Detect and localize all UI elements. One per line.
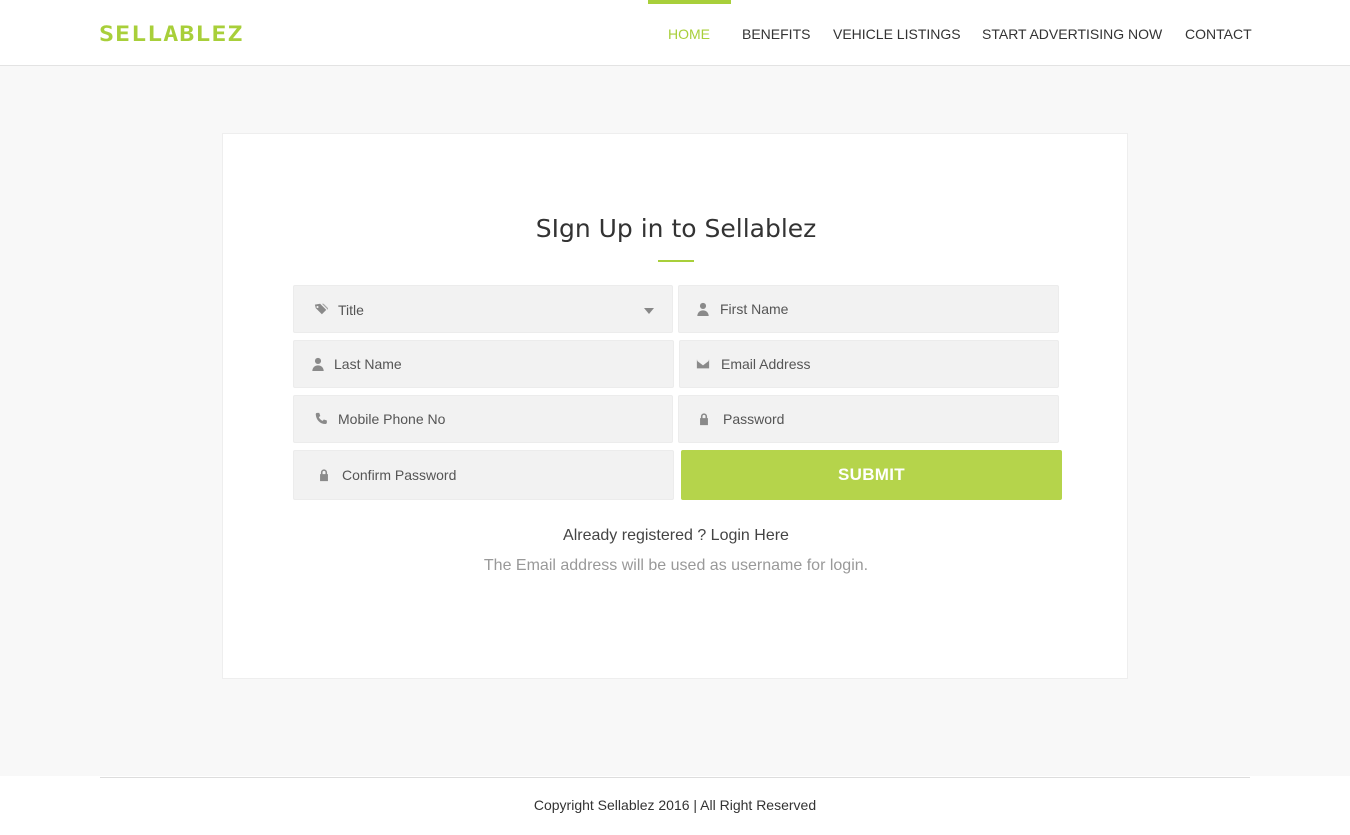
last-name-field-wrap — [293, 340, 674, 388]
lock-icon — [316, 467, 332, 483]
copyright-text: Copyright Sellablez 2016 | All Right Res… — [533, 797, 817, 813]
envelope-icon — [695, 356, 711, 372]
email-field-wrap — [679, 340, 1059, 388]
password-field-wrap — [678, 395, 1059, 443]
login-here-link[interactable]: Already registered ? Login Here — [563, 527, 789, 544]
title-underline — [658, 260, 694, 262]
username-note: The Email address will be used as userna… — [483, 557, 869, 574]
nav-benefits[interactable]: BENEFITS — [742, 0, 810, 66]
nav-contact[interactable]: CONTACT — [1185, 0, 1252, 66]
email-input[interactable] — [721, 341, 1058, 387]
nav-vehicle-listings[interactable]: VEHICLE LISTINGS — [833, 0, 961, 66]
user-icon — [695, 301, 711, 317]
phone-icon — [313, 411, 329, 427]
site-footer: Copyright Sellablez 2016 | All Right Res… — [0, 776, 1350, 835]
submit-button[interactable]: SUBMIT — [681, 450, 1062, 500]
first-name-field-wrap — [678, 285, 1059, 333]
site-header: SELLABLEZ HOME BENEFITS VEHICLE LISTINGS… — [0, 0, 1350, 66]
password-input[interactable] — [723, 396, 1058, 442]
title-select-value: Title — [338, 302, 364, 318]
mobile-field-wrap — [293, 395, 673, 443]
last-name-input[interactable] — [334, 341, 673, 387]
lock-icon — [696, 411, 712, 427]
page-title: SIgn Up in to Sellablez — [535, 214, 817, 243]
confirm-password-input[interactable] — [342, 451, 673, 499]
nav-home[interactable]: HOME — [648, 0, 731, 66]
main-nav: HOME BENEFITS VEHICLE LISTINGS START ADV… — [0, 0, 1350, 66]
login-prompt: Already registered ? Login Here — [223, 527, 1129, 545]
nav-start-advertising[interactable]: START ADVERTISING NOW — [982, 0, 1162, 66]
confirm-password-field-wrap — [293, 450, 674, 500]
tags-icon — [313, 301, 329, 317]
title-select[interactable]: Title — [293, 285, 673, 333]
first-name-input[interactable] — [720, 286, 1058, 332]
footer-divider — [100, 777, 1250, 778]
user-icon — [310, 356, 326, 372]
signup-card: SIgn Up in to Sellablez Title First Name… — [222, 133, 1128, 679]
chevron-down-icon — [644, 308, 654, 314]
mobile-phone-input[interactable] — [338, 396, 672, 442]
